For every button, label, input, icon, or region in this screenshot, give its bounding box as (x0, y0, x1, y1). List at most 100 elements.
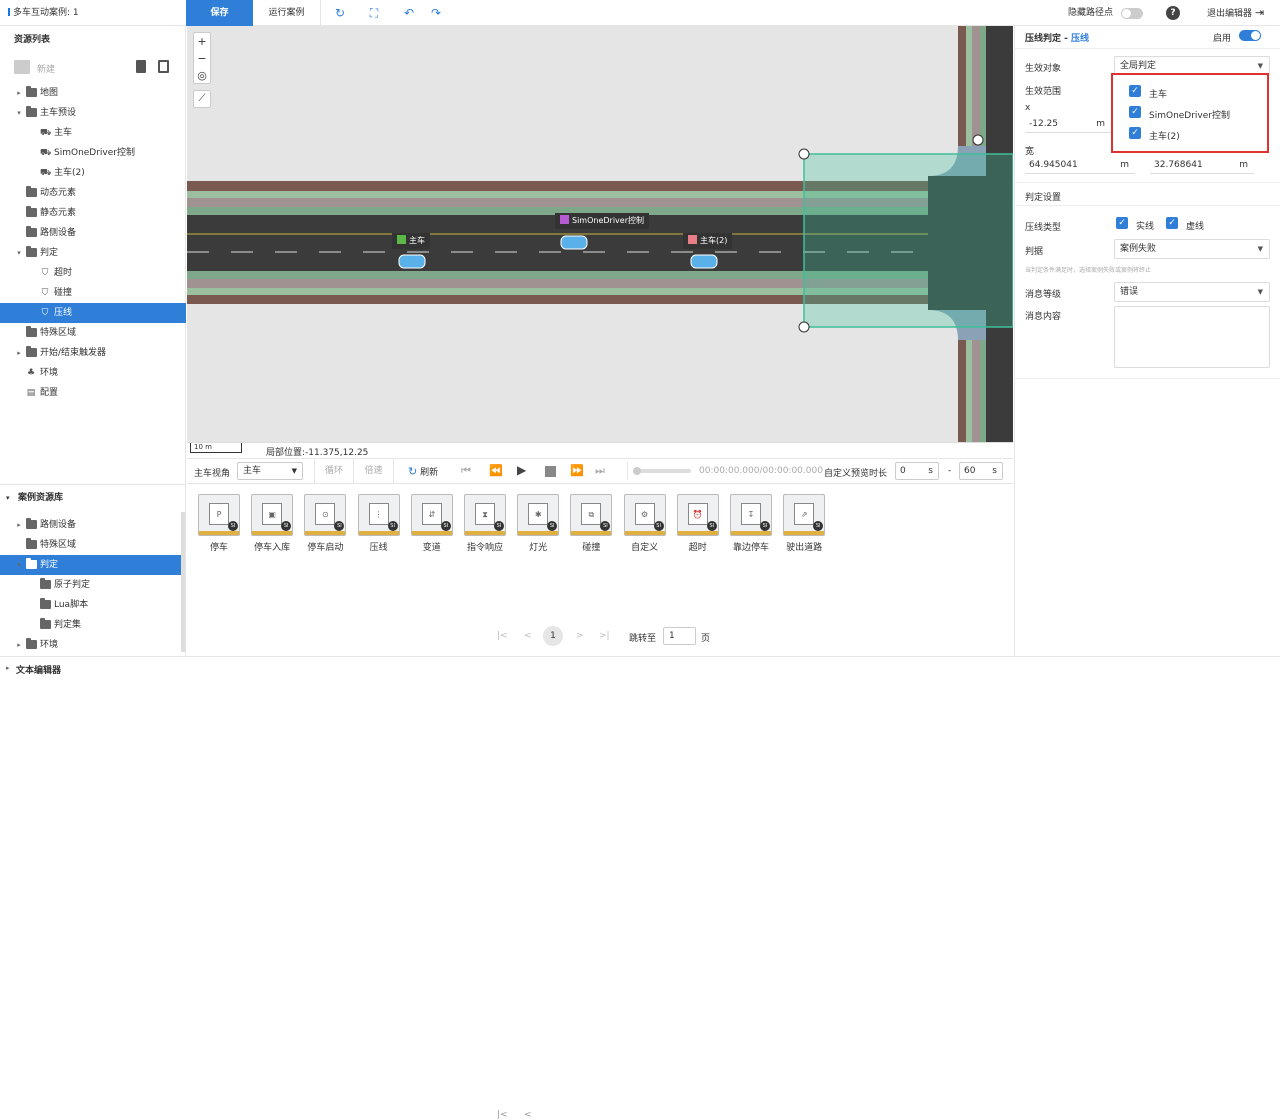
caret-icon[interactable]: ▾ (15, 103, 23, 123)
zone-handle[interactable] (798, 148, 810, 160)
caret-right-icon[interactable]: ▸ (6, 664, 10, 672)
first-frame-icon[interactable]: ⏮ (461, 464, 471, 478)
vehicle-tag-ego-2[interactable]: 主车(2) (683, 233, 733, 249)
locate-icon[interactable]: ◎ (194, 67, 210, 84)
caret-icon[interactable]: ▸ (15, 83, 23, 103)
tree-item[interactable]: 动态元素 (0, 183, 186, 203)
library-item-icon[interactable]: ✱ SI (517, 494, 560, 536)
tree-item[interactable]: ▤ 配置 (0, 383, 186, 403)
tree-item[interactable]: ▸ 地图 (0, 83, 186, 103)
refresh-button[interactable]: ↻ 刷新 (408, 465, 438, 478)
new-folder-icon[interactable] (14, 60, 30, 74)
fit-view-icon[interactable]: ⛶ (366, 5, 382, 21)
library-item-icon[interactable]: ⧗ SI (464, 494, 506, 536)
exit-editor-button[interactable]: 退出编辑器 ⇥ (1207, 0, 1264, 26)
library-item[interactable]: ⇵ SI 变道 (410, 494, 454, 553)
text-editor-label[interactable]: 文本编辑器 (16, 663, 61, 676)
ruler-icon[interactable]: ⟋ (193, 90, 211, 108)
zone-handle[interactable] (972, 134, 984, 146)
pager-next[interactable]: > (576, 631, 584, 641)
vehicle-ego[interactable] (398, 254, 426, 269)
loop-button[interactable]: 循环 (314, 459, 354, 483)
library-tree-item[interactable]: ▾ 判定 (0, 555, 182, 575)
library-item-icon[interactable]: P SI (198, 494, 240, 536)
pager-first[interactable]: |< (497, 1110, 508, 1120)
vehicle-simonedriver[interactable] (560, 235, 588, 250)
popup-checkbox-simonedriver[interactable]: ✓ (1129, 106, 1141, 118)
library-item-icon[interactable]: ⇗ SI (783, 494, 826, 536)
pager-prev[interactable]: < (524, 1110, 532, 1120)
tree-item[interactable]: ⛉ 压线 (0, 303, 186, 323)
enabled-toggle[interactable] (1239, 30, 1261, 41)
vehicle-ego-2[interactable] (690, 254, 718, 269)
height-input[interactable]: 32.768641 m (1150, 156, 1254, 174)
library-item-icon[interactable]: ↧ SI (730, 494, 772, 536)
pager-last[interactable]: >| (599, 631, 610, 641)
library-item[interactable]: ⧉ SI 碰撞 (569, 494, 613, 553)
library-item[interactable]: ✱ SI 灯光 (516, 494, 560, 553)
case-library-caret[interactable]: ▾ (6, 486, 10, 510)
library-item[interactable]: ⏰ SI 超时 (676, 494, 720, 553)
library-item[interactable]: ⋮ SI 压线 (357, 494, 401, 553)
map-canvas[interactable] (187, 26, 1013, 442)
tree-item[interactable]: ▾ 判定 (0, 243, 186, 263)
zoom-in-button[interactable]: + (194, 33, 210, 50)
width-input[interactable]: 64.945041 m (1025, 156, 1135, 174)
library-item[interactable]: ⇗ SI 驶出道路 (782, 494, 826, 553)
caret-icon[interactable]: ▸ (15, 635, 23, 655)
library-item[interactable]: ↧ SI 靠边停车 (729, 494, 773, 553)
x-input[interactable]: -12.25 m (1025, 115, 1111, 133)
library-tree-item[interactable]: 判定集 (0, 615, 182, 635)
zone-handle[interactable] (798, 321, 810, 333)
message-content-input[interactable] (1114, 306, 1270, 368)
library-item[interactable]: P SI 停车 (197, 494, 241, 553)
popup-option-label[interactable]: 主车(2) (1149, 129, 1180, 142)
tree-item[interactable]: 静态元素 (0, 203, 186, 223)
basis-select[interactable]: 案例失败 ▼ (1114, 239, 1270, 259)
library-item-icon[interactable]: ⧉ SI (570, 494, 613, 536)
dashed-checkbox[interactable]: ✓ (1166, 217, 1178, 229)
redo-icon[interactable]: ↷ (428, 5, 444, 21)
copy-icon[interactable] (158, 60, 169, 73)
vehicle-tag-simonedriver[interactable]: SimOneDriver控制 (555, 213, 649, 229)
pager-current[interactable]: 1 (543, 626, 563, 646)
library-item-icon[interactable]: ⚙ SI (623, 494, 666, 536)
pager-prev[interactable]: < (524, 631, 532, 641)
tree-item[interactable]: 特殊区域 (0, 323, 186, 343)
popup-checkbox-ego[interactable]: ✓ (1129, 85, 1141, 97)
undo-icon[interactable]: ↶ (401, 5, 417, 21)
tree-item[interactable]: ⛟ 主车 (0, 123, 186, 143)
popup-option-label[interactable]: 主车 (1149, 87, 1167, 100)
solid-checkbox[interactable]: ✓ (1116, 217, 1128, 229)
run-case-button[interactable]: 运行案例 (253, 0, 321, 26)
jump-page-input[interactable]: 1 (663, 627, 696, 645)
library-tree-item[interactable]: ▸ 路侧设备 (0, 515, 182, 535)
caret-icon[interactable]: ▾ (15, 243, 23, 263)
popup-option-label[interactable]: SimOneDriver控制 (1149, 108, 1230, 121)
timeline-slider[interactable] (633, 467, 691, 475)
library-item-icon[interactable]: ⏰ SI (676, 494, 719, 536)
scrollbar[interactable] (181, 512, 185, 652)
map-viewport[interactable]: 主车 SimOneDriver控制 主车(2) + − ◎ ⟋ (187, 26, 1013, 442)
zoom-out-button[interactable]: − (194, 50, 210, 67)
library-item[interactable]: ▣ SI 停车入库 (250, 494, 294, 553)
end-time-input[interactable]: 60 s (959, 462, 1003, 480)
library-tree-item[interactable]: ▸ 环境 (0, 635, 182, 655)
stop-icon[interactable] (545, 466, 556, 477)
line-judgment-zone[interactable] (803, 153, 1013, 328)
tree-item[interactable]: ⛉ 超时 (0, 263, 186, 283)
library-item-icon[interactable]: ⋮ SI (357, 494, 400, 536)
tree-item[interactable]: ♣ 环境 (0, 363, 186, 383)
tree-item[interactable]: 路侧设备 (0, 223, 186, 243)
help-icon[interactable]: ? (1166, 6, 1180, 20)
caret-icon[interactable]: ▸ (15, 515, 23, 535)
timeline-knob[interactable] (633, 467, 641, 475)
hide-path-toggle[interactable] (1121, 8, 1143, 19)
play-icon[interactable]: ▶ (517, 463, 526, 477)
library-item-icon[interactable]: ⊙ SI (304, 494, 347, 536)
reset-view-icon[interactable]: ↻ (332, 5, 348, 21)
new-button[interactable]: 新建 (37, 62, 55, 75)
view-select[interactable]: 主车 ▼ (237, 462, 303, 480)
library-tree-item[interactable]: Lua脚本 (0, 595, 182, 615)
popup-checkbox-ego-2[interactable]: ✓ (1129, 127, 1141, 139)
